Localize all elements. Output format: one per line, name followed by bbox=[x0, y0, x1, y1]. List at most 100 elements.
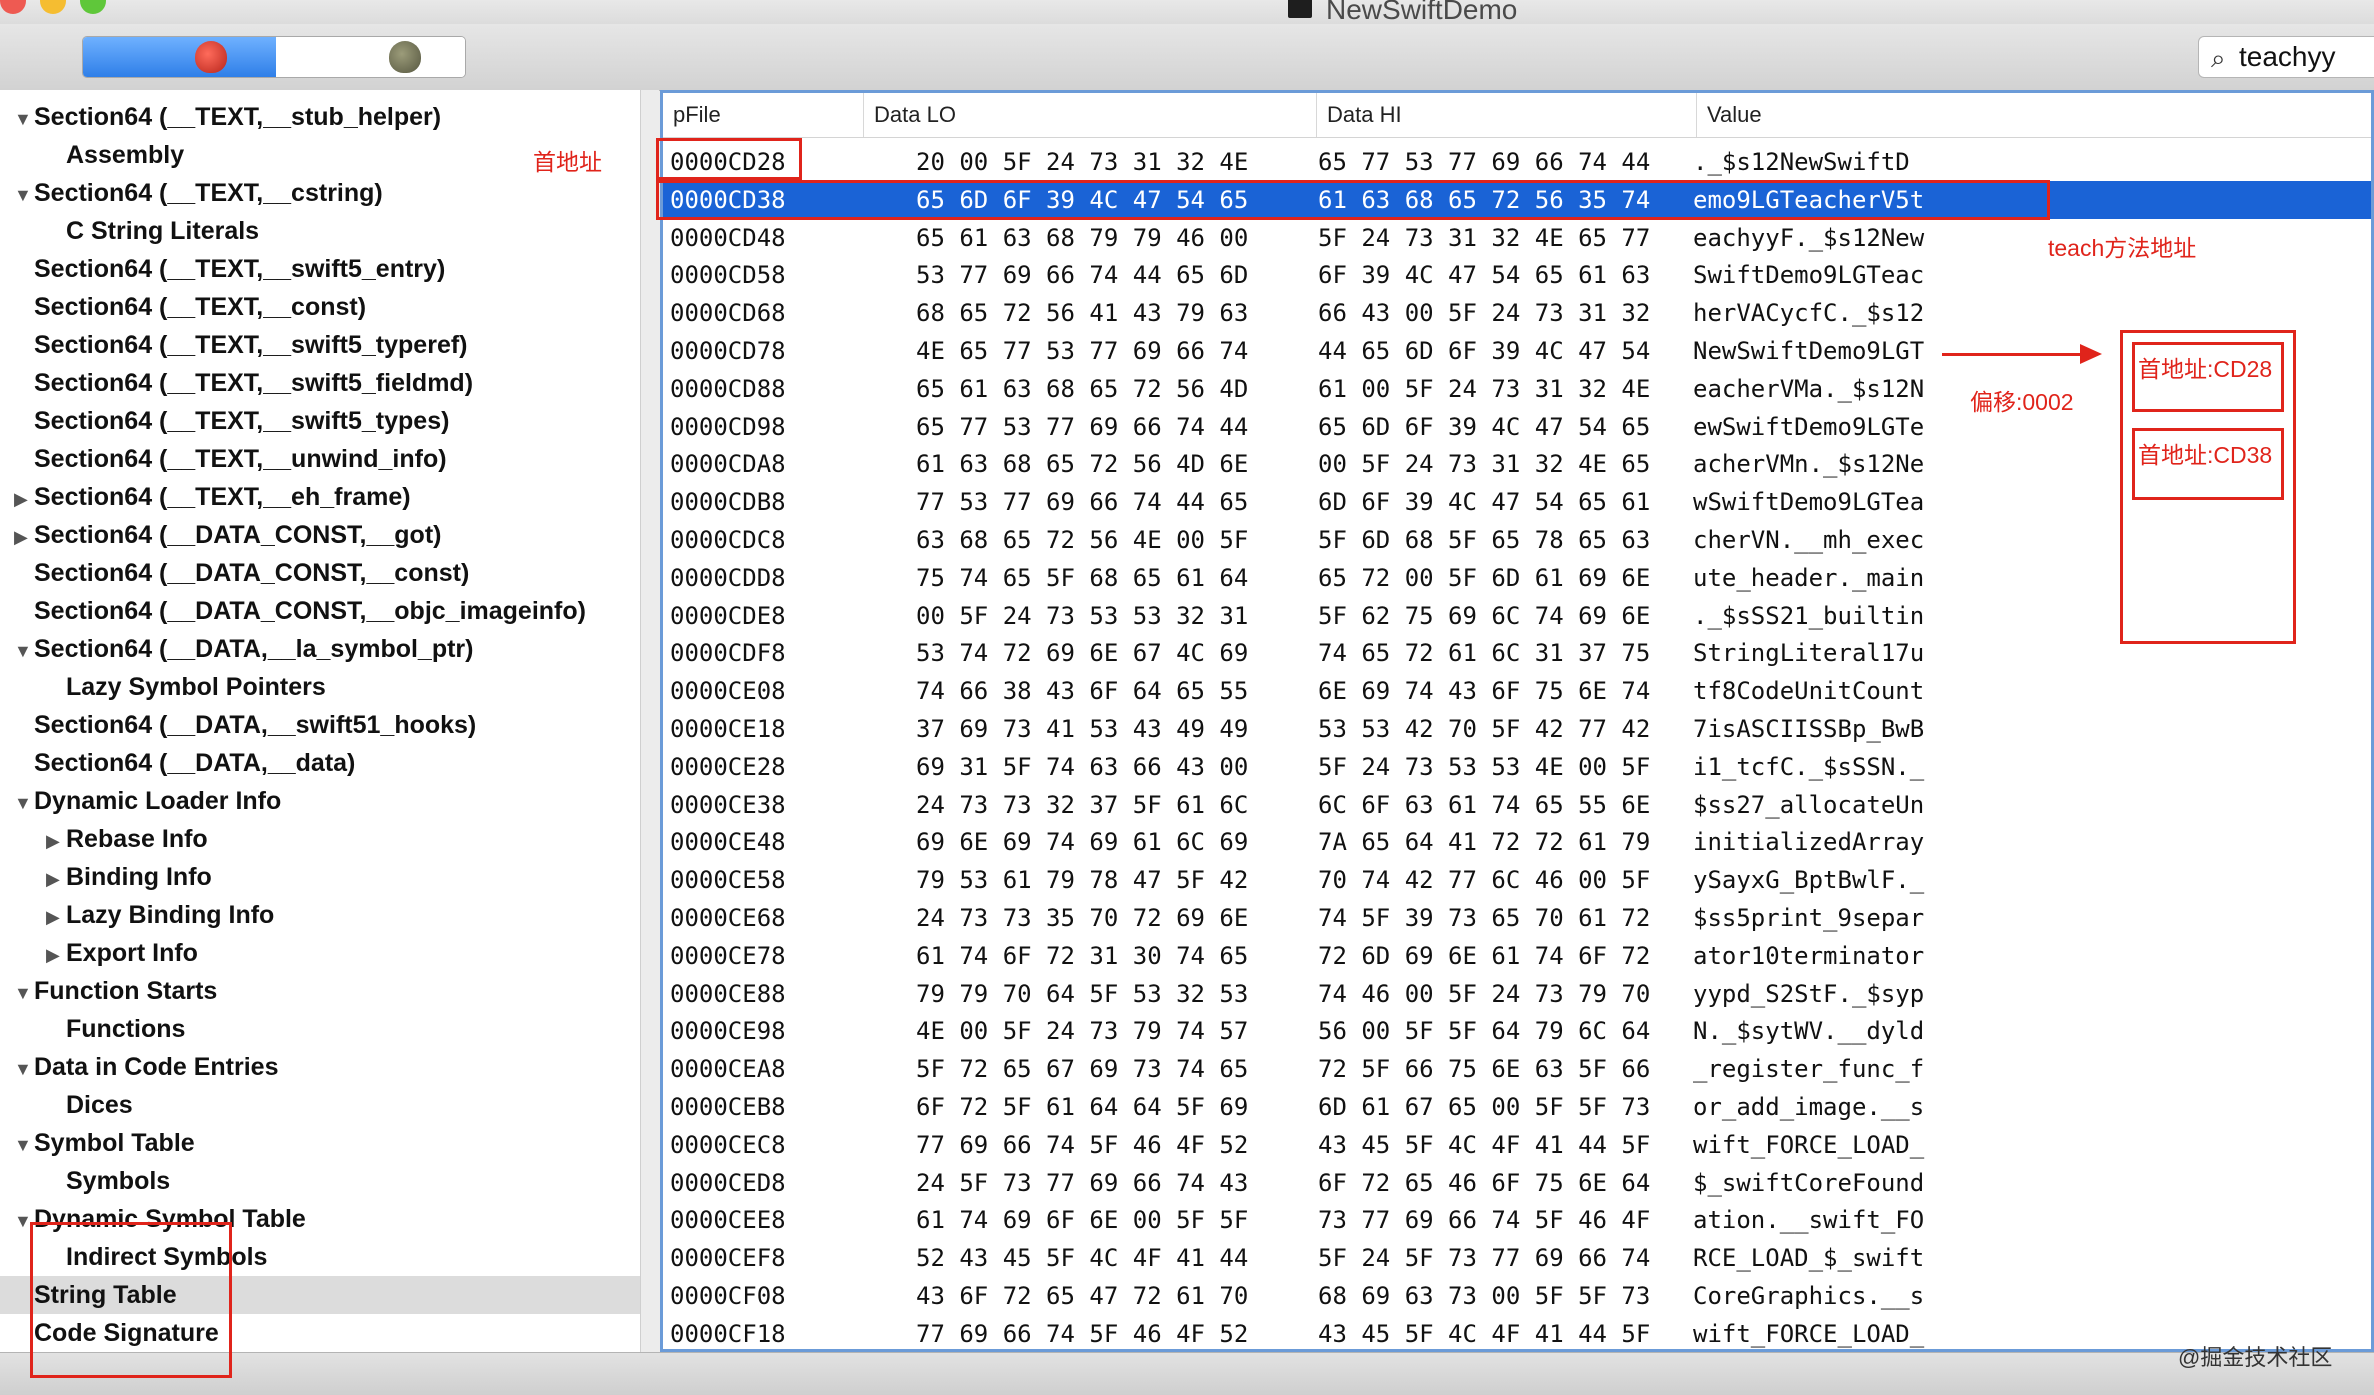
cell-data-hi: 74 5F 39 73 65 70 61 72 bbox=[1318, 904, 1651, 932]
table-row[interactable]: 0000CE88 79 79 70 64 5F 53 32 53 74 46 00 … bbox=[663, 975, 2371, 1013]
disclosure-collapsed-icon[interactable]: ▶ bbox=[14, 518, 34, 556]
table-row[interactable]: 0000CF08 43 6F 72 65 47 72 61 70 68 69 63 … bbox=[663, 1277, 2371, 1315]
table-row[interactable]: 0000CDF8 53 74 72 69 6E 67 4C 69 74 65 72 … bbox=[663, 634, 2371, 672]
column-header-value[interactable]: Value bbox=[1696, 93, 1762, 137]
cell-data-lo: 24 73 73 35 70 72 69 6E bbox=[916, 904, 1249, 932]
minimize-window-button[interactable] bbox=[40, 0, 66, 14]
table-row[interactable]: 0000CE28 69 31 5F 74 63 66 43 00 5F 24 73 … bbox=[663, 748, 2371, 786]
table-row[interactable]: 0000CE68 24 73 73 35 70 72 69 6E 74 5F 39 … bbox=[663, 899, 2371, 937]
outline-item-label: Export Info bbox=[66, 939, 198, 967]
outline-item[interactable]: Section64 (__TEXT,__swift5_fieldmd) bbox=[0, 364, 640, 402]
cell-pfile: 0000CD78 bbox=[670, 337, 786, 365]
outline-item[interactable]: Section64 (__TEXT,__swift5_entry) bbox=[0, 250, 640, 288]
zoom-window-button[interactable] bbox=[80, 0, 106, 14]
table-row[interactable]: 0000CEA8 5F 72 65 67 69 73 74 65 72 5F 66 … bbox=[663, 1050, 2371, 1088]
disclosure-expanded-icon[interactable]: ▼ bbox=[14, 100, 34, 138]
annotation-box-selected-row bbox=[656, 180, 2050, 220]
outline-item[interactable]: Section64 (__DATA,__data) bbox=[0, 744, 640, 782]
outline-item[interactable]: Section64 (__DATA,__swift51_hooks) bbox=[0, 706, 640, 744]
disclosure-collapsed-icon[interactable]: ▶ bbox=[46, 936, 66, 974]
cell-data-lo: 24 5F 73 77 69 66 74 43 bbox=[916, 1168, 1249, 1197]
cell-pfile: 0000CE58 bbox=[670, 866, 786, 895]
table-header: pFile Data LO Data HI Value bbox=[663, 93, 2371, 138]
table-row[interactable]: 0000CDB8 77 53 77 69 66 74 44 65 6D 6F 39 … bbox=[663, 483, 2371, 521]
table-row[interactable]: 0000CD68 68 65 72 56 41 43 79 63 66 43 00 … bbox=[663, 294, 2371, 332]
outline-item[interactable]: ▼Section64 (__TEXT,__stub_helper) bbox=[0, 98, 640, 136]
disclosure-expanded-icon[interactable]: ▼ bbox=[14, 1126, 34, 1164]
hex-data-table[interactable]: pFile Data LO Data HI Value 0000CD28 20 0… bbox=[660, 90, 2374, 1352]
column-header-data-lo[interactable]: Data LO bbox=[863, 93, 956, 137]
structure-outline[interactable]: ▼Section64 (__TEXT,__stub_helper) Assembl… bbox=[0, 90, 640, 1352]
outline-item[interactable]: ▶ Export Info bbox=[0, 934, 640, 972]
outline-item[interactable]: Section64 (__TEXT,__swift5_types) bbox=[0, 402, 640, 440]
outline-item[interactable]: Section64 (__TEXT,__swift5_typeref) bbox=[0, 326, 640, 364]
column-header-pfile[interactable]: pFile bbox=[663, 93, 721, 137]
table-row[interactable]: 0000CE18 37 69 73 41 53 43 49 49 53 53 42 … bbox=[663, 710, 2371, 748]
outline-item[interactable]: ▶ Section64 (__DATA_CONST,__got) bbox=[0, 516, 640, 554]
search-input-value[interactable]: teachyy bbox=[2239, 41, 2336, 73]
cell-pfile: 0000CE18 bbox=[670, 715, 786, 743]
disclosure-expanded-icon[interactable]: ▼ bbox=[14, 974, 34, 1012]
table-row[interactable]: 0000CEC8 77 69 66 74 5F 46 4F 52 43 45 5F … bbox=[663, 1126, 2371, 1164]
cell-pfile: 0000CE48 bbox=[670, 828, 786, 857]
table-row[interactable]: 0000CDD8 75 74 65 5F 68 65 61 64 65 72 00 … bbox=[663, 559, 2371, 597]
table-row[interactable]: 0000CEB8 6F 72 5F 61 64 64 5F 69 6D 61 67 … bbox=[663, 1088, 2371, 1126]
outline-item[interactable]: ▼Symbol Table bbox=[0, 1124, 640, 1162]
cell-pfile: 0000CD98 bbox=[670, 412, 786, 441]
outline-item[interactable]: ▼Data in Code Entries bbox=[0, 1048, 640, 1086]
table-row[interactable]: 0000CEE8 61 74 69 6F 6E 00 5F 5F 73 77 69 … bbox=[663, 1201, 2371, 1239]
table-row[interactable]: 0000CF18 77 69 66 74 5F 46 4F 52 43 45 5F … bbox=[663, 1315, 2371, 1349]
search-field[interactable]: ⌕ teachyy bbox=[2198, 36, 2374, 78]
outline-item[interactable]: Lazy Symbol Pointers bbox=[0, 668, 640, 706]
disclosure-expanded-icon[interactable]: ▼ bbox=[14, 632, 34, 670]
disclosure-collapsed-icon[interactable]: ▶ bbox=[46, 860, 66, 898]
table-row[interactable]: 0000CED8 24 5F 73 77 69 66 74 43 6F 72 65 … bbox=[663, 1164, 2371, 1202]
table-row[interactable]: 0000CDA8 61 63 68 65 72 56 4D 6E 00 5F 24 … bbox=[663, 445, 2371, 483]
outline-item[interactable]: ▶ Section64 (__TEXT,__eh_frame) bbox=[0, 478, 640, 516]
cell-data-hi: 44 65 6D 6F 39 4C 47 54 bbox=[1318, 337, 1651, 365]
table-row[interactable]: 0000CE78 61 74 6F 72 31 30 74 65 72 6D 69 … bbox=[663, 937, 2371, 975]
outline-item[interactable]: ▶ Lazy Binding Info bbox=[0, 896, 640, 934]
outline-item[interactable]: ▶ Rebase Info bbox=[0, 820, 640, 858]
split-view-divider[interactable] bbox=[640, 90, 659, 1352]
outline-item[interactable]: Functions bbox=[0, 1010, 640, 1048]
outline-item[interactable]: Dices bbox=[0, 1086, 640, 1124]
rva-view-segment[interactable] bbox=[276, 37, 465, 77]
outline-item[interactable]: Section64 (__TEXT,__unwind_info) bbox=[0, 440, 640, 478]
table-row[interactable]: 0000CEF8 52 43 45 5F 4C 4F 41 44 5F 24 5F … bbox=[663, 1239, 2371, 1277]
outline-item[interactable]: C String Literals bbox=[0, 212, 640, 250]
column-header-data-hi[interactable]: Data HI bbox=[1316, 93, 1402, 137]
table-row[interactable]: 0000CD98 65 77 53 77 69 66 74 44 65 6D 6F … bbox=[663, 408, 2371, 446]
outline-item[interactable]: ▼Function Starts bbox=[0, 972, 640, 1010]
table-row[interactable]: 0000CE48 69 6E 69 74 69 61 6C 69 7A 65 64 … bbox=[663, 823, 2371, 861]
close-window-button[interactable] bbox=[0, 0, 26, 14]
table-row[interactable]: 0000CDC8 63 68 65 72 56 4E 00 5F 5F 6D 68 … bbox=[663, 521, 2371, 559]
outline-item[interactable]: ▶ Binding Info bbox=[0, 858, 640, 896]
table-row[interactable]: 0000CE38 24 73 73 32 37 5F 61 6C 6C 6F 63 … bbox=[663, 786, 2371, 824]
table-row[interactable]: 0000CD78 4E 65 77 53 77 69 66 74 44 65 6D … bbox=[663, 332, 2371, 370]
cell-value: _register_func_f bbox=[1693, 1055, 1925, 1084]
disclosure-expanded-icon[interactable]: ▼ bbox=[14, 1050, 34, 1088]
table-row[interactable]: 0000CE08 74 66 38 43 6F 64 65 55 6E 69 74 … bbox=[663, 672, 2371, 710]
disclosure-collapsed-icon[interactable]: ▶ bbox=[46, 822, 66, 860]
outline-item[interactable]: ▼Dynamic Loader Info bbox=[0, 782, 640, 820]
outline-item[interactable]: Section64 (__DATA_CONST,__objc_imageinfo… bbox=[0, 592, 640, 630]
cell-data-lo: 52 43 45 5F 4C 4F 41 44 bbox=[916, 1244, 1249, 1273]
table-row[interactable]: 0000CE98 4E 00 5F 24 73 79 74 57 56 00 5F … bbox=[663, 1012, 2371, 1050]
table-row[interactable]: 0000CE58 79 53 61 79 78 47 5F 42 70 74 42 … bbox=[663, 861, 2371, 899]
outline-item[interactable]: ▼Section64 (__DATA,__la_symbol_ptr) bbox=[0, 630, 640, 668]
disclosure-expanded-icon[interactable]: ▼ bbox=[14, 176, 34, 214]
outline-item[interactable]: Section64 (__DATA_CONST,__const) bbox=[0, 554, 640, 592]
cell-data-hi: 65 77 53 77 69 66 74 44 bbox=[1318, 148, 1651, 176]
disclosure-collapsed-icon[interactable]: ▶ bbox=[46, 898, 66, 936]
cell-value: $ss5print_9separ bbox=[1693, 904, 1925, 932]
table-row[interactable]: 0000CDE8 00 5F 24 73 53 53 32 31 5F 62 75 … bbox=[663, 597, 2371, 635]
table-row[interactable]: 0000CD88 65 61 63 68 65 72 56 4D 61 00 5F … bbox=[663, 370, 2371, 408]
table-row[interactable]: 0000CD28 20 00 5F 24 73 31 32 4E 65 77 53 … bbox=[663, 143, 2371, 181]
outline-item[interactable]: Symbols bbox=[0, 1162, 640, 1200]
disclosure-collapsed-icon[interactable]: ▶ bbox=[14, 480, 34, 518]
raw-view-segment[interactable] bbox=[83, 37, 276, 77]
outline-item[interactable]: Section64 (__TEXT,__const) bbox=[0, 288, 640, 326]
disclosure-expanded-icon[interactable]: ▼ bbox=[14, 784, 34, 822]
outline-item[interactable]: ▼Section64 (__TEXT,__cstring) bbox=[0, 174, 640, 212]
